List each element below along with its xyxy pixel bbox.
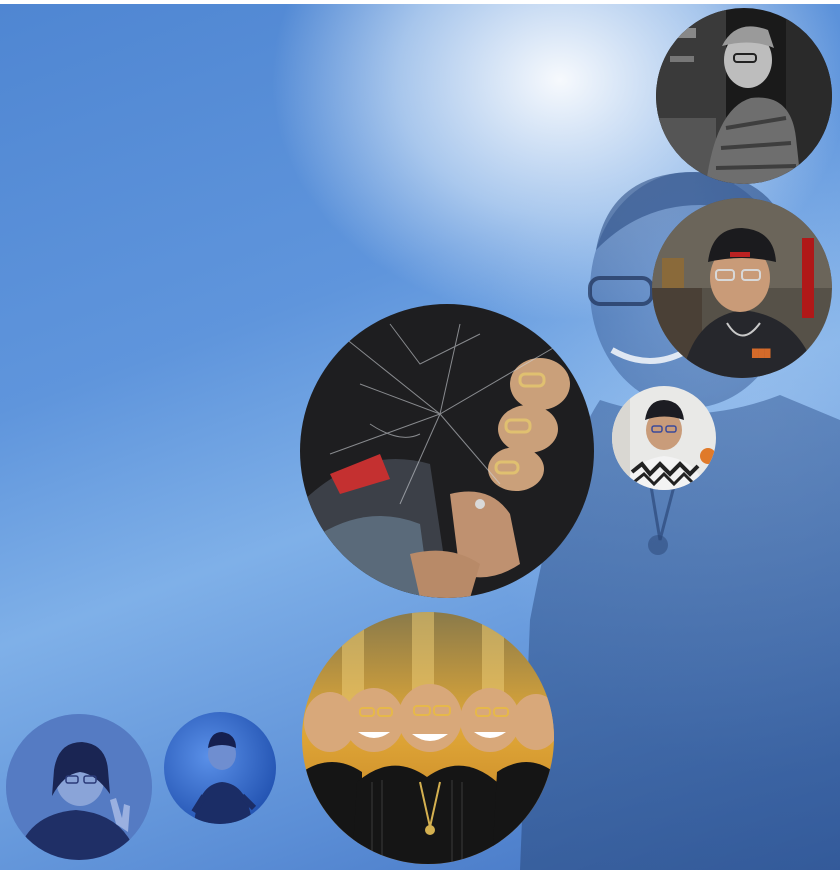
photo-golden-mirror [302, 612, 554, 864]
svg-text:███: ███ [751, 348, 771, 358]
photo-shattered-glass [300, 304, 594, 598]
photo-beanie-glasses: ███ [652, 198, 832, 378]
photo-collage: ███ [0, 0, 840, 870]
photo-blue-hand-sign [6, 714, 152, 860]
photo-blue-standing [164, 712, 276, 824]
photo-small-portrait [612, 386, 716, 490]
photo-bw-seated [656, 8, 832, 184]
